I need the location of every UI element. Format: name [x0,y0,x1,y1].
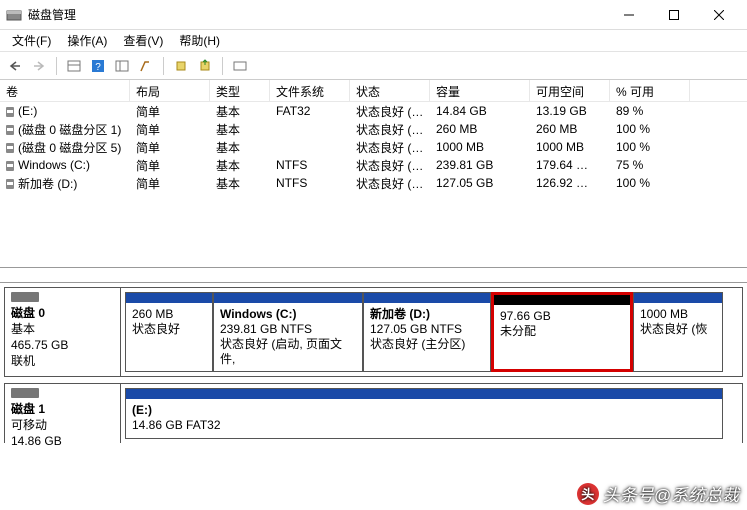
volume-icon [6,161,14,171]
app-icon [6,7,22,23]
watermark: 头 头条号@系统总裁 [577,481,739,506]
col-pct[interactable]: % 可用 [610,80,690,101]
disk-1-row[interactable]: 磁盘 1 可移动 14.86 GB (E:)14.86 GB FAT32 [4,383,743,443]
col-type[interactable]: 类型 [210,80,270,101]
col-free[interactable]: 可用空间 [530,80,610,101]
volume-list: 卷 布局 类型 文件系统 状态 容量 可用空间 % 可用 (E:)简单基本FAT… [0,80,747,267]
close-button[interactable] [696,0,741,29]
menu-help[interactable]: 帮助(H) [171,30,228,51]
disk-1-label: 磁盘 1 [11,401,114,417]
graphical-pane: 磁盘 0 基本 465.75 GB 联机 260 MB状态良好Windows (… [0,283,747,453]
svg-text:?: ? [95,62,101,73]
disk-icon [11,292,39,302]
disk-0-label: 磁盘 0 [11,305,114,321]
volume-icon [6,107,14,117]
col-fs[interactable]: 文件系统 [270,80,350,101]
toolbar-icon-5[interactable] [170,55,192,77]
partition[interactable]: 260 MB状态良好 [125,292,213,372]
col-capacity[interactable]: 容量 [430,80,530,101]
col-volume[interactable]: 卷 [0,80,130,101]
titlebar: 磁盘管理 [0,0,747,30]
disk-0-info: 磁盘 0 基本 465.75 GB 联机 [5,288,121,376]
col-layout[interactable]: 布局 [130,80,210,101]
toolbar-icon-6[interactable] [194,55,216,77]
disk-1-kind: 可移动 [11,417,114,433]
toolbar: ? [0,52,747,80]
watermark-logo-icon: 头 [577,483,599,505]
list-header: 卷 布局 类型 文件系统 状态 容量 可用空间 % 可用 [0,80,747,102]
disk-1-size: 14.86 GB [11,433,114,449]
volume-icon [6,143,14,153]
table-row[interactable]: (磁盘 0 磁盘分区 5)简单基本状态良好 (…1000 MB1000 MB10… [0,138,747,156]
table-row[interactable]: (磁盘 0 磁盘分区 1)简单基本状态良好 (…260 MB260 MB100 … [0,120,747,138]
toolbar-icon-3[interactable] [111,55,133,77]
watermark-text: 头条号@系统总裁 [603,481,739,506]
disk-icon [11,388,39,398]
disk-0-row[interactable]: 磁盘 0 基本 465.75 GB 联机 260 MB状态良好Windows (… [4,287,743,377]
splitter[interactable] [0,267,747,283]
disk-0-size: 465.75 GB [11,337,114,353]
table-row[interactable]: Windows (C:)简单基本NTFS状态良好 (…239.81 GB179.… [0,156,747,174]
table-row[interactable]: (E:)简单基本FAT32状态良好 (…14.84 GB13.19 GB89 % [0,102,747,120]
col-status[interactable]: 状态 [350,80,430,101]
partition[interactable]: Windows (C:)239.81 GB NTFS状态良好 (启动, 页面文件… [213,292,363,372]
disk-0-kind: 基本 [11,321,114,337]
menubar: 文件(F) 操作(A) 查看(V) 帮助(H) [0,30,747,52]
menu-view[interactable]: 查看(V) [115,30,171,51]
partition[interactable]: (E:)14.86 GB FAT32 [125,388,723,439]
window-title: 磁盘管理 [28,6,606,23]
partition[interactable]: 新加卷 (D:)127.05 GB NTFS状态良好 (主分区) [363,292,491,372]
disk-1-info: 磁盘 1 可移动 14.86 GB [5,384,121,443]
toolbar-icon-1[interactable] [63,55,85,77]
maximize-button[interactable] [651,0,696,29]
table-row[interactable]: 新加卷 (D:)简单基本NTFS状态良好 (…127.05 GB126.92 …… [0,174,747,192]
menu-file[interactable]: 文件(F) [4,30,59,51]
back-button[interactable] [4,55,26,77]
disk-0-state: 联机 [11,353,114,369]
volume-icon [6,179,14,189]
forward-button[interactable] [28,55,50,77]
menu-action[interactable]: 操作(A) [59,30,115,51]
toolbar-icon-4[interactable] [135,55,157,77]
toolbar-icon-7[interactable] [229,55,251,77]
toolbar-icon-2[interactable]: ? [87,55,109,77]
volume-icon [6,125,14,135]
partition[interactable]: 1000 MB状态良好 (恢 [633,292,723,372]
minimize-button[interactable] [606,0,651,29]
partition[interactable]: 97.66 GB未分配 [491,292,633,372]
